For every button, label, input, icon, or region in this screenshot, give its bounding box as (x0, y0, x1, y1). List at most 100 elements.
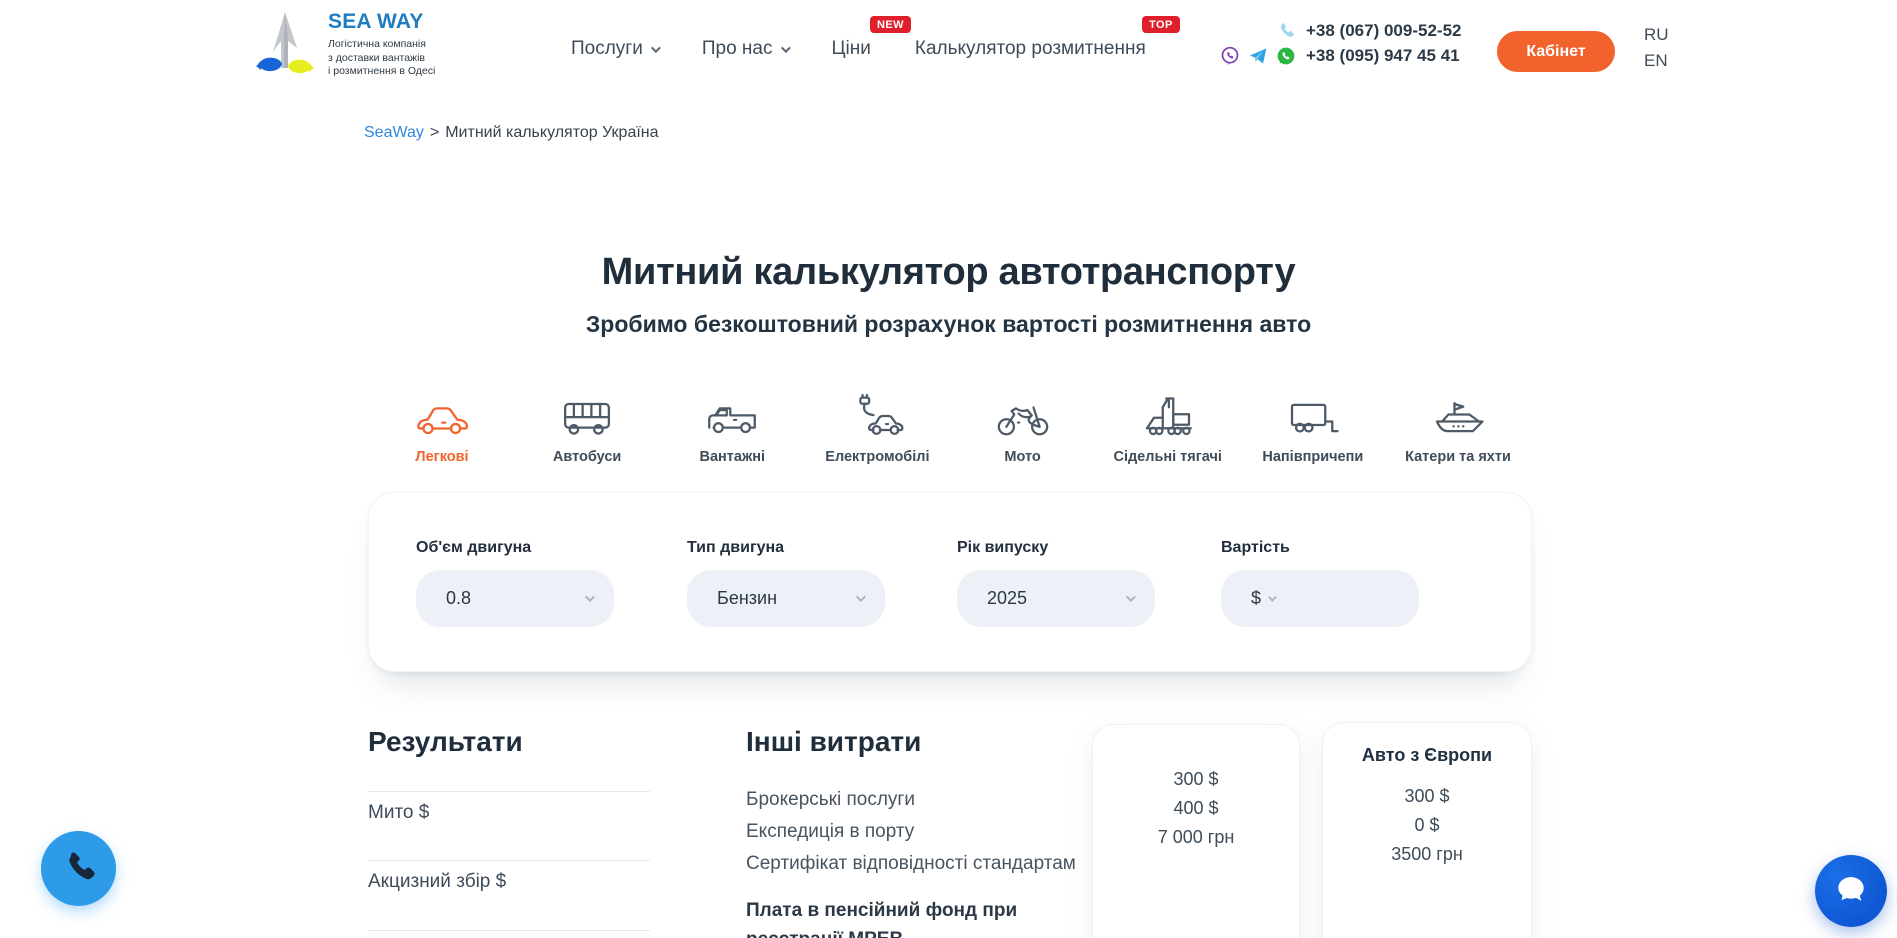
price-value: 0 $ (1323, 811, 1531, 840)
expense-item: Брокерські послуги (746, 789, 915, 811)
nav-item-prices[interactable]: Ціни NEW (832, 38, 871, 60)
phone-handset-icon (61, 848, 97, 889)
chevron-down-icon (585, 592, 595, 602)
nav-item-services[interactable]: Послуги (571, 38, 658, 60)
cost-field: Вартість $ (1221, 539, 1419, 627)
seaway-logo-icon (254, 10, 316, 81)
logo-subtitle-line: Логістична компанія (328, 38, 435, 52)
price-value: 300 $ (1323, 782, 1531, 811)
phone-row: +38 (067) 009-52-52 (1204, 21, 1478, 41)
main-nav: Послуги Про нас Ціни NEW Калькулятор роз… (571, 38, 1146, 60)
europe-car-price-card: Авто з Європи 300 $ 0 $ 3500 грн (1322, 722, 1532, 938)
expense-item-pension-fund: Плата в пенсійний фонд при реєстрації МР… (746, 896, 1056, 938)
chevron-down-icon (651, 43, 661, 53)
year-field: Рік випуску 2025 (957, 539, 1155, 627)
phone-icon (1276, 21, 1296, 41)
tab-buses[interactable]: Автобуси (523, 392, 651, 465)
logo[interactable]: SEA WAY Логістична компанія з доставки в… (254, 10, 435, 81)
engine-type-field: Тип двигуна Бензин (687, 539, 885, 627)
nav-item-customs-calculator[interactable]: Калькулятор розмитнення TOP (915, 38, 1146, 60)
breadcrumb: SeaWay > Митний калькулятор Україна (364, 124, 659, 142)
breadcrumb-current: Митний калькулятор Україна (445, 124, 658, 141)
chevron-down-icon (856, 592, 866, 602)
new-badge: NEW (870, 16, 911, 33)
tab-cars[interactable]: Легкові (378, 392, 506, 465)
tab-boats-yachts[interactable]: Катери та яхти (1394, 392, 1522, 465)
top-badge: TOP (1142, 16, 1180, 33)
year-select[interactable]: 2025 (957, 570, 1155, 627)
car-icon (378, 392, 506, 440)
semi-truck-icon (1104, 392, 1232, 440)
field-label: Вартість (1221, 539, 1419, 557)
field-label: Рік випуску (957, 539, 1155, 557)
nav-item-label: Калькулятор розмитнення (915, 38, 1146, 60)
tab-semi-trailers[interactable]: Напівпричепи (1249, 392, 1377, 465)
tab-moto[interactable]: Мото (959, 392, 1087, 465)
phone-number-2[interactable]: +38 (095) 947 45 41 (1306, 46, 1478, 66)
trailer-icon (1249, 392, 1377, 440)
divider (368, 930, 650, 931)
page-subtitle: Зробимо безкоштовний розрахунок вартості… (0, 311, 1897, 338)
engine-volume-select[interactable]: 0.8 (416, 570, 614, 627)
tab-trucks[interactable]: Вантажні (668, 392, 796, 465)
price-value: 300 $ (1093, 765, 1299, 794)
motorcycle-icon (959, 392, 1087, 440)
chat-bubble-icon (1832, 870, 1870, 913)
calculator-form-card: Об'єм двигуна 0.8 Тип двигуна Бензин Рік… (368, 492, 1532, 672)
breadcrumb-separator: > (430, 124, 439, 141)
divider (368, 860, 650, 861)
cost-input-group: $ (1221, 570, 1419, 627)
lang-en[interactable]: EN (1644, 48, 1669, 74)
yacht-icon (1394, 392, 1522, 440)
field-label: Тип двигуна (687, 539, 885, 557)
chevron-down-icon (780, 43, 790, 53)
nav-item-label: Про нас (702, 38, 773, 60)
result-row-excise: Акцизний збір $ (368, 871, 506, 893)
field-label: Об'єм двигуна (416, 539, 614, 557)
viber-icon[interactable] (1220, 46, 1240, 66)
phone-number-1[interactable]: +38 (067) 009-52-52 (1306, 21, 1478, 41)
price-value: 3500 грн (1323, 840, 1531, 869)
price-value: 7 000 грн (1093, 823, 1299, 852)
call-floating-button[interactable] (41, 831, 116, 906)
logo-subtitle-line: з доставки вантажів (328, 52, 435, 66)
currency-selector[interactable]: $ (1251, 588, 1261, 609)
logo-subtitle-line: і розмитнення в Одесі (328, 65, 435, 79)
truck-icon (668, 392, 796, 440)
whatsapp-icon[interactable] (1276, 46, 1296, 66)
engine-type-select[interactable]: Бензин (687, 570, 885, 627)
language-switcher: RU EN (1644, 22, 1669, 74)
chevron-down-icon (1268, 593, 1276, 601)
other-expenses-title: Інші витрати (746, 726, 921, 758)
divider (368, 791, 650, 792)
vehicle-type-tabs: Легкові Автобуси (378, 392, 1522, 465)
lang-ru[interactable]: RU (1644, 22, 1669, 48)
cabinet-button[interactable]: Кабінет (1497, 31, 1615, 72)
nav-item-label: Ціни (832, 38, 871, 60)
expenses-price-card: 300 $ 400 $ 7 000 грн (1092, 724, 1300, 938)
expense-item: Експедиція в порту (746, 821, 914, 843)
logo-text: SEA WAY Логістична компанія з доставки в… (328, 10, 435, 81)
nav-item-about[interactable]: Про нас (702, 38, 788, 60)
engine-volume-field: Об'єм двигуна 0.8 (416, 539, 614, 627)
page: SEA WAY Логістична компанія з доставки в… (0, 0, 1897, 938)
tab-electric-cars[interactable]: Електромобілі (813, 392, 941, 465)
header-phones: +38 (067) 009-52-52 +38 (095) 947 45 41 (1204, 21, 1478, 71)
cost-input[interactable] (1281, 588, 1397, 609)
tab-semi-trucks[interactable]: Сідельні тягачі (1104, 392, 1232, 465)
chevron-down-icon (1126, 592, 1136, 602)
nav-item-label: Послуги (571, 38, 643, 60)
chat-floating-button[interactable] (1815, 855, 1887, 927)
page-title: Митний калькулятор автотранспорту (0, 251, 1897, 294)
electric-car-icon (813, 392, 941, 440)
telegram-icon[interactable] (1248, 46, 1268, 66)
logo-title: SEA WAY (328, 10, 435, 34)
breadcrumb-home-link[interactable]: SeaWay (364, 124, 424, 141)
expense-item: Сертифікат відповідності стандартам (746, 853, 1076, 875)
result-row-duty: Мито $ (368, 802, 429, 824)
logo-subtitle: Логістична компанія з доставки вантажів … (328, 38, 435, 79)
phone-row: +38 (095) 947 45 41 (1204, 46, 1478, 66)
results-title: Результати (368, 726, 523, 758)
price-card-title: Авто з Європи (1323, 745, 1531, 766)
bus-icon (523, 392, 651, 440)
